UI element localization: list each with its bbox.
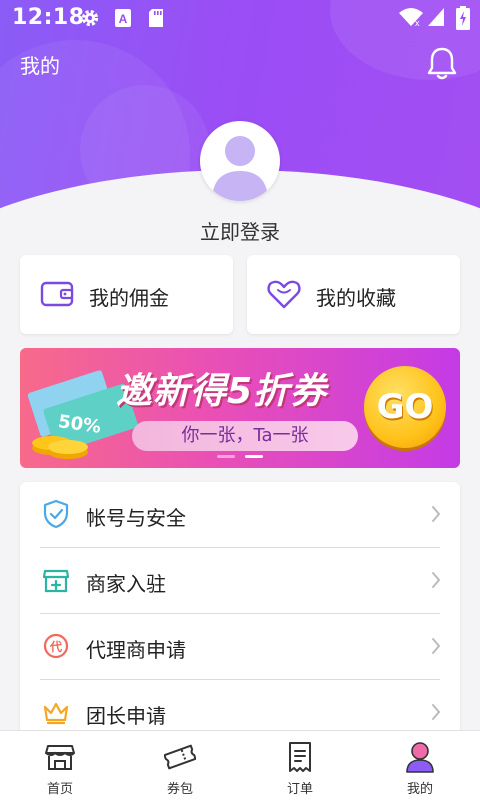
chevron-right-icon (432, 704, 441, 720)
menu-item-label: 帐号与安全 (86, 506, 186, 530)
crown-icon (43, 702, 69, 725)
menu-item-label: 商家入驻 (86, 572, 166, 596)
login-button[interactable]: 立即登录 (0, 216, 480, 245)
tab-mine[interactable]: 我的 (360, 731, 480, 800)
settings-icon (81, 9, 99, 27)
menu-item-label: 团长申请 (86, 704, 166, 728)
home-store-icon (45, 745, 75, 770)
my-commission-card[interactable]: 我的佣金 (20, 255, 233, 334)
user-icon (406, 742, 434, 773)
tab-label: 券包 (166, 782, 193, 797)
battery-icon (456, 6, 470, 30)
tab-label: 我的 (406, 782, 433, 797)
order-list-icon (289, 742, 311, 772)
bell-icon[interactable] (426, 46, 458, 80)
banner-go-button[interactable]: GO (364, 366, 446, 448)
default-avatar-icon (212, 136, 268, 201)
my-favorites-label: 我的收藏 (316, 286, 396, 310)
bottom-tab-bar: 首页 券包 订单 我的 (0, 730, 480, 800)
wifi-icon: x (399, 8, 423, 28)
svg-text:x: x (415, 18, 420, 28)
tab-orders[interactable]: 订单 (240, 731, 360, 800)
page-title: 我的 (20, 54, 60, 78)
chevron-right-icon (432, 638, 441, 654)
agent-badge-text: 代 (49, 639, 62, 654)
settings-menu: 帐号与安全 商家入驻 代 代理商申请 团长申请 (20, 482, 460, 742)
heart-icon (267, 280, 301, 309)
signal-icon (428, 8, 444, 26)
shield-check-icon (43, 499, 69, 529)
banner-title: 邀新得5折券 (116, 371, 328, 412)
tab-label: 首页 (46, 782, 73, 797)
banner-dot[interactable] (217, 455, 235, 458)
store-icon (42, 569, 70, 593)
svg-text:A: A (119, 12, 128, 26)
ticket-icon (164, 744, 196, 770)
sd-card-icon (149, 9, 163, 27)
avatar[interactable] (200, 121, 280, 201)
menu-item-merchant-join[interactable]: 商家入驻 (20, 548, 460, 614)
status-time: 12:18 (12, 5, 85, 30)
menu-item-agent-apply[interactable]: 代 代理商申请 (20, 614, 460, 680)
invite-banner[interactable]: 50% 邀新得5折券 你一张，Ta一张 GO (20, 348, 460, 468)
wallet-icon (40, 281, 74, 307)
my-favorites-card[interactable]: 我的收藏 (247, 255, 460, 334)
my-commission-label: 我的佣金 (89, 286, 169, 310)
banner-dot-active[interactable] (245, 455, 263, 458)
status-bar: 12:18 A x (0, 0, 480, 36)
menu-item-label: 代理商申请 (86, 638, 186, 662)
chevron-right-icon (432, 572, 441, 588)
agent-badge-icon: 代 (43, 633, 69, 659)
tab-label: 订单 (286, 782, 313, 797)
profile-header (0, 0, 480, 240)
font-icon: A (115, 9, 131, 27)
chevron-right-icon (432, 506, 441, 522)
banner-subtitle: 你一张，Ta一张 (132, 421, 358, 451)
tab-coupons[interactable]: 券包 (120, 731, 240, 800)
menu-item-account-security[interactable]: 帐号与安全 (20, 482, 460, 548)
tab-home[interactable]: 首页 (0, 731, 120, 800)
